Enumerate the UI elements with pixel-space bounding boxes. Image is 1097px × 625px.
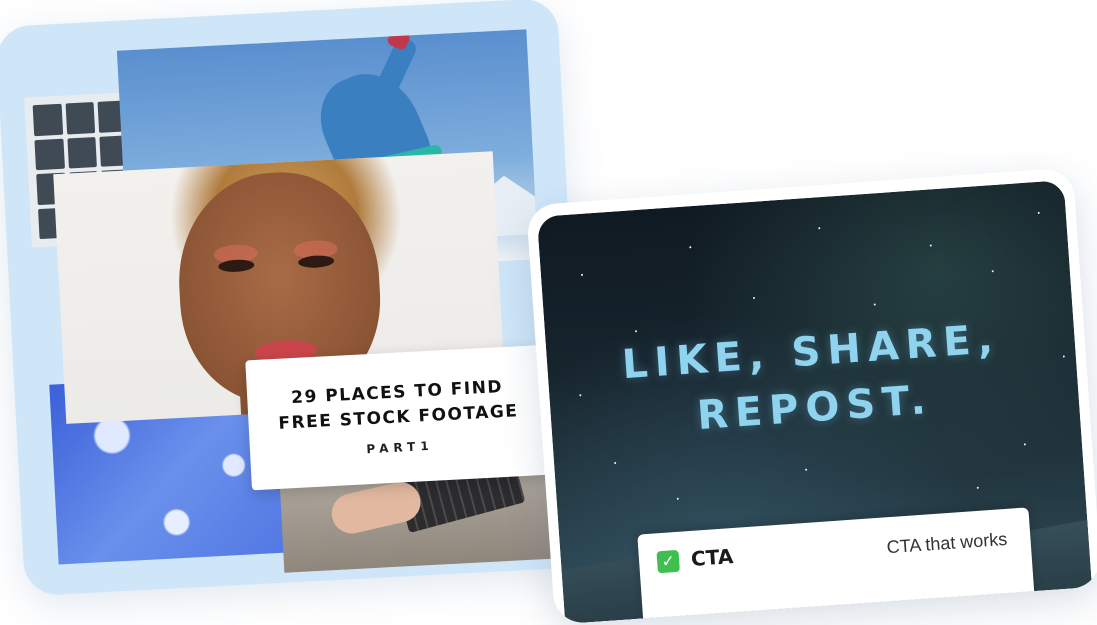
article-title-box: 29 PLACES TO FIND FREE STOCK FOOTAGE PAR… bbox=[245, 344, 552, 491]
cta-label: CTA bbox=[690, 544, 735, 571]
stock-footage-card[interactable]: 29 PLACES TO FIND FREE STOCK FOOTAGE PAR… bbox=[0, 0, 587, 597]
cta-card[interactable]: LIKE, SHARE, REPOST. ✓ CTA CTA that work… bbox=[526, 167, 1097, 625]
green-checkbox-icon: ✓ bbox=[656, 549, 680, 574]
part-label: PART1 bbox=[366, 438, 434, 457]
cta-description: CTA that works bbox=[886, 528, 1008, 558]
